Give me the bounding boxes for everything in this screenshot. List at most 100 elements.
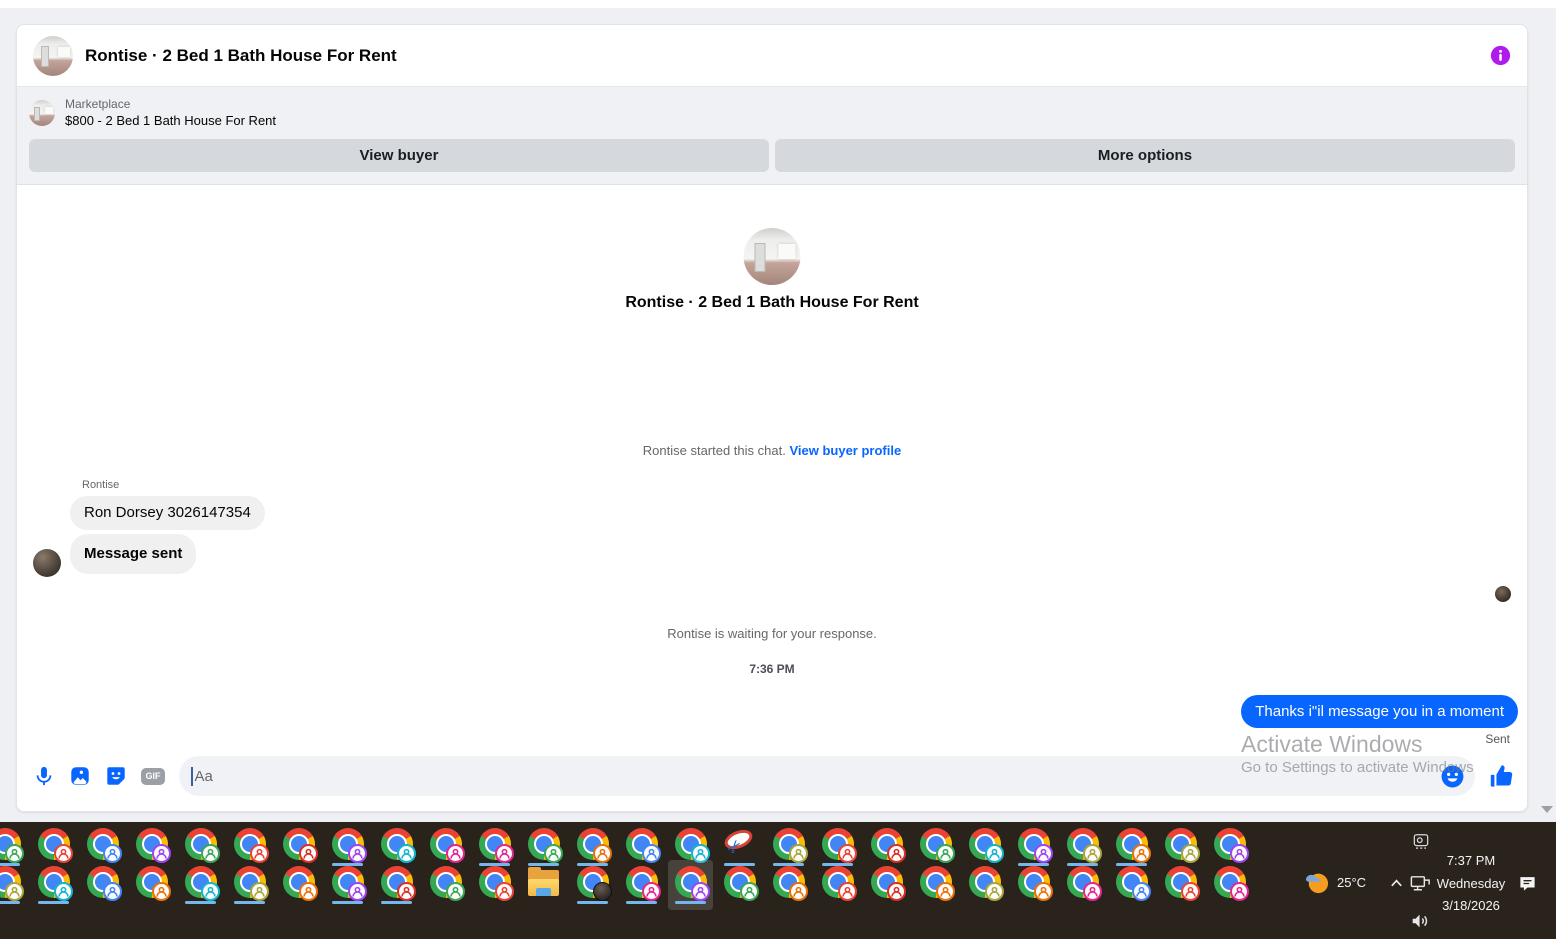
tray-clock-date[interactable]: 3/18/2026: [1436, 898, 1506, 913]
profile-badge: [103, 882, 122, 901]
taskbar-chrome-icon[interactable]: [184, 866, 220, 904]
taskbar-chrome-icon[interactable]: [135, 828, 171, 866]
taskbar-chrome-icon[interactable]: [1066, 866, 1102, 904]
more-options-button[interactable]: More options: [775, 139, 1515, 172]
profile-badge: [348, 882, 367, 901]
taskbar-chrome-icon[interactable]: [478, 866, 514, 904]
incoming-message-bubble[interactable]: Ron Dorsey 3026147354: [70, 496, 265, 530]
taskbar-chrome-icon[interactable]: [282, 866, 318, 904]
taskbar-chrome-icon[interactable]: [86, 866, 122, 904]
microphone-icon[interactable]: [33, 765, 55, 787]
taskbar-chrome-icon[interactable]: [968, 866, 1004, 904]
taskbar-chrome-icon[interactable]: [233, 866, 269, 904]
scrollbar-down-arrow[interactable]: [1541, 806, 1553, 813]
taskbar-chrome-icon[interactable]: [0, 828, 24, 866]
taskbar-chrome-icon[interactable]: [576, 866, 612, 904]
sticker-icon[interactable]: [105, 765, 127, 787]
taskbar-chrome-icon[interactable]: [135, 866, 171, 904]
profile-badge: [1083, 882, 1102, 901]
tray-action-center-icon[interactable]: [1518, 874, 1537, 893]
taskbar-chrome-icon[interactable]: [1213, 828, 1249, 866]
running-app-underline: [381, 901, 412, 904]
taskbar-chrome-icon[interactable]: [919, 866, 955, 904]
taskbar-chrome-icon[interactable]: [625, 866, 661, 904]
taskbar-chrome-icon[interactable]: [1115, 866, 1151, 904]
tray-clock-time[interactable]: 7:37 PM: [1436, 853, 1506, 868]
taskbar-chrome-icon[interactable]: [37, 866, 73, 904]
profile-badge: [740, 882, 759, 901]
profile-badge: [593, 844, 612, 863]
taskbar-chrome-icon[interactable]: [429, 828, 465, 866]
attach-image-icon[interactable]: [69, 765, 91, 787]
taskbar-chrome-icon[interactable]: [1213, 866, 1249, 904]
taskbar-chrome-icon[interactable]: [674, 866, 710, 904]
tray-volume-icon[interactable]: [1409, 910, 1431, 932]
taskbar-chrome-icon[interactable]: [1066, 828, 1102, 866]
message-input[interactable]: Aa: [179, 756, 1475, 796]
sender-avatar[interactable]: [33, 549, 61, 577]
sender-name-label: Rontise: [82, 479, 120, 491]
thumbs-up-icon[interactable]: [1488, 763, 1515, 790]
taskbar-chrome-icon[interactable]: [0, 866, 24, 904]
tray-temperature[interactable]: 25°C: [1337, 875, 1366, 890]
snipping-tool-icon: ✂: [721, 826, 756, 864]
taskbar-chrome-icon[interactable]: [772, 866, 808, 904]
message-timestamp: 7:36 PM: [749, 662, 795, 676]
taskbar-chrome-icon[interactable]: [331, 866, 367, 904]
taskbar-chrome-icon[interactable]: [821, 866, 857, 904]
taskbar-chrome-icon[interactable]: [1017, 866, 1053, 904]
profile-badge: [887, 844, 906, 863]
taskbar-chrome-icon[interactable]: [331, 828, 367, 866]
taskbar-snipping-tool-icon[interactable]: ✂: [721, 826, 756, 866]
marketplace-listing-thumbnail[interactable]: [29, 100, 55, 126]
taskbar-row-1: ✂: [0, 826, 1249, 866]
taskbar-chrome-icon[interactable]: [772, 828, 808, 866]
taskbar-chrome-icon[interactable]: [527, 828, 563, 866]
taskbar-file-explorer-icon[interactable]: [527, 866, 560, 904]
view-buyer-button[interactable]: View buyer: [29, 139, 769, 172]
profile-badge: [152, 844, 171, 863]
taskbar-chrome-icon[interactable]: [1017, 828, 1053, 866]
taskbar-chrome-icon[interactable]: [282, 828, 318, 866]
taskbar-chrome-icon[interactable]: [184, 828, 220, 866]
profile-badge: [299, 844, 318, 863]
taskbar-chrome-icon[interactable]: [380, 828, 416, 866]
weather-icon[interactable]: [1303, 868, 1330, 895]
taskbar-chrome-icon[interactable]: [478, 828, 514, 866]
taskbar-chrome-icon[interactable]: [870, 828, 906, 866]
taskbar-chrome-icon[interactable]: [625, 828, 661, 866]
tray-chevron-up-icon[interactable]: [1389, 876, 1404, 891]
taskbar-chrome-icon[interactable]: [821, 828, 857, 866]
taskbar-chrome-icon[interactable]: [870, 866, 906, 904]
profile-badge: [201, 882, 220, 901]
taskbar-chrome-icon[interactable]: [233, 828, 269, 866]
taskbar-chrome-icon[interactable]: [919, 828, 955, 866]
emoji-icon[interactable]: [1440, 764, 1465, 789]
taskbar-chrome-icon[interactable]: [968, 828, 1004, 866]
taskbar-chrome-icon[interactable]: [674, 828, 710, 866]
taskbar-chrome-icon[interactable]: [86, 828, 122, 866]
gif-icon[interactable]: GIF: [141, 767, 165, 785]
view-buyer-profile-link[interactable]: View buyer profile: [789, 443, 901, 458]
tray-network-icon[interactable]: [1409, 872, 1432, 895]
tray-cast-icon[interactable]: [1411, 831, 1431, 851]
taskbar-chrome-icon[interactable]: [1115, 828, 1151, 866]
taskbar-chrome-icon[interactable]: [380, 866, 416, 904]
taskbar-chrome-icon[interactable]: [1164, 866, 1200, 904]
taskbar-chrome-icon[interactable]: [723, 866, 759, 904]
taskbar-chrome-icon[interactable]: [576, 828, 612, 866]
taskbar-chrome-icon[interactable]: [37, 828, 73, 866]
taskbar-chrome-icon[interactable]: [1164, 828, 1200, 866]
outgoing-message-bubble[interactable]: Thanks i"il message you in a moment: [1241, 695, 1518, 728]
listing-avatar[interactable]: [33, 35, 73, 76]
taskbar-chrome-icon[interactable]: [429, 866, 465, 904]
tray-clock-day[interactable]: Wednesday: [1432, 876, 1510, 891]
activate-windows-watermark: Activate Windows: [1241, 731, 1423, 757]
profile-badge: [789, 844, 808, 863]
profile-badge: [54, 844, 73, 863]
running-app-underline: [185, 901, 216, 904]
conversation-avatar[interactable]: [743, 228, 801, 285]
info-icon[interactable]: [1490, 45, 1511, 66]
profile-badge: [103, 844, 122, 863]
incoming-message-bubble[interactable]: Message sent: [70, 534, 197, 574]
